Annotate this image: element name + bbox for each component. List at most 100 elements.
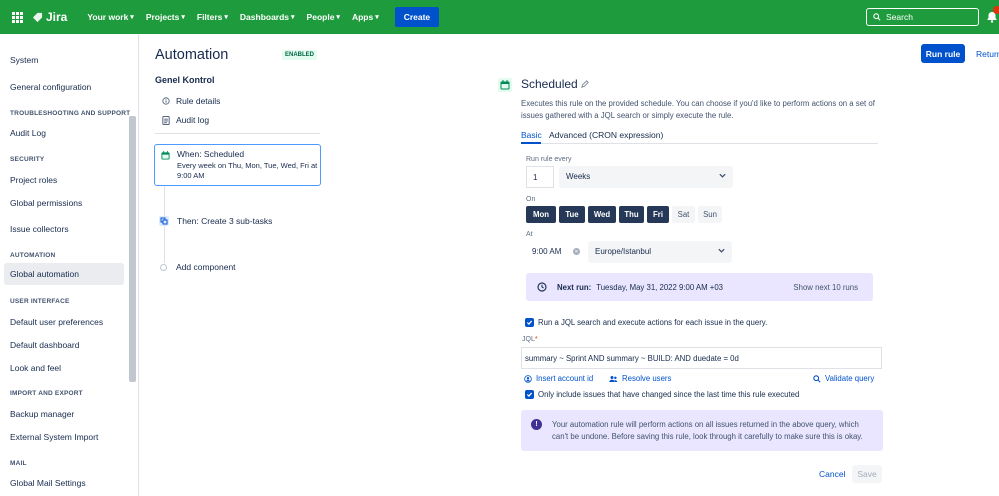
trigger-card-scheduled[interactable]: When: Scheduled Every week on Thu, Mon, … bbox=[154, 144, 321, 186]
add-component-dot bbox=[160, 263, 167, 271]
search-icon bbox=[873, 13, 881, 21]
divider bbox=[155, 133, 320, 134]
rule-details-link[interactable]: Rule details bbox=[162, 96, 220, 106]
only-changed-checkbox[interactable] bbox=[525, 390, 534, 399]
day-thu[interactable]: Thu bbox=[619, 206, 644, 223]
subtask-icon bbox=[159, 216, 169, 226]
nav-menu: Your work ▾ Projects ▾ Filters ▾ Dashboards… bbox=[87, 7, 440, 27]
nav-label: Projects bbox=[145, 12, 180, 22]
next-run-banner: Next run: Tuesday, May 31, 2022 9:00 AM … bbox=[526, 273, 873, 301]
jira-logo-icon bbox=[32, 12, 43, 22]
timezone-select[interactable]: Europe/Istanbul bbox=[588, 241, 732, 263]
nav-label: People bbox=[306, 12, 335, 22]
resolve-users-label: Resolve users bbox=[622, 374, 672, 383]
notification-badge bbox=[993, 6, 999, 14]
resolve-users-link[interactable]: Resolve users bbox=[609, 374, 671, 383]
sidebar-item-default-user-preferences[interactable]: Default user preferences bbox=[10, 317, 103, 327]
sidebar-item-external-system-import[interactable]: External System Import bbox=[10, 432, 98, 442]
sidebar-item-global-mail-settings[interactable]: Global Mail Settings bbox=[10, 478, 86, 488]
return-link[interactable]: Return bbox=[976, 49, 999, 59]
add-component[interactable]: Add component bbox=[160, 262, 236, 272]
jira-logo[interactable]: Jira bbox=[32, 10, 67, 24]
chevron-down-icon: ▾ bbox=[181, 14, 185, 21]
audit-log-label: Audit log bbox=[176, 115, 210, 125]
add-component-label: Add component bbox=[176, 262, 236, 272]
warning-banner: ! Your automation rule will perform acti… bbox=[521, 410, 883, 451]
tab-basic[interactable]: Basic bbox=[521, 130, 542, 140]
day-sat[interactable]: Sat bbox=[672, 206, 695, 223]
chevron-down-icon bbox=[718, 248, 725, 253]
day-fri[interactable]: Fri bbox=[647, 206, 669, 223]
jql-input[interactable]: summary ~ Sprint AND summary ~ BUILD: AN… bbox=[521, 347, 882, 369]
sidebar-item-global-automation[interactable]: Global automation bbox=[4, 263, 124, 285]
insert-account-id-link[interactable]: Insert account id bbox=[524, 374, 593, 383]
nav-filters[interactable]: Filters ▾ bbox=[197, 7, 228, 27]
save-button[interactable]: Save bbox=[852, 465, 882, 483]
chevron-down-icon bbox=[719, 173, 726, 178]
at-label: At bbox=[526, 231, 533, 238]
jql-search-checkbox[interactable] bbox=[525, 318, 534, 327]
edit-icon[interactable] bbox=[581, 80, 589, 88]
nav-your-work[interactable]: Your work ▾ bbox=[87, 7, 133, 27]
sidebar-section-mail: MAIL bbox=[10, 460, 27, 467]
page-title: Automation bbox=[155, 47, 229, 63]
check-icon bbox=[526, 392, 533, 397]
sidebar-section-import-export: IMPORT AND EXPORT bbox=[10, 390, 83, 397]
create-button[interactable]: Create bbox=[394, 7, 440, 27]
chevron-down-icon: ▾ bbox=[375, 14, 379, 21]
timezone-value: Europe/Istanbul bbox=[595, 247, 652, 256]
sidebar-item-backup-manager[interactable]: Backup manager bbox=[10, 409, 74, 419]
config-title: Scheduled bbox=[521, 77, 578, 91]
day-mon[interactable]: Mon bbox=[526, 206, 556, 223]
chevron-down-icon: ▾ bbox=[130, 14, 134, 21]
nav-label: Your work bbox=[87, 12, 129, 22]
nav-apps[interactable]: Apps ▾ bbox=[352, 7, 379, 27]
sidebar-item-default-dashboard[interactable]: Default dashboard bbox=[10, 340, 79, 350]
interval-input[interactable]: 1 bbox=[526, 166, 554, 188]
users-icon bbox=[609, 375, 618, 382]
action-label: Then: Create 3 sub-tasks bbox=[177, 216, 273, 226]
sidebar-item-issue-collectors[interactable]: Issue collectors bbox=[10, 224, 69, 234]
sidebar-section-user-interface: USER INTERFACE bbox=[10, 298, 70, 305]
sidebar-item-look-and-feel[interactable]: Look and feel bbox=[10, 363, 61, 373]
nav-people[interactable]: People ▾ bbox=[307, 7, 340, 27]
audit-log-link[interactable]: Audit log bbox=[162, 115, 209, 125]
app-switcher-icon[interactable] bbox=[12, 11, 23, 23]
show-next-runs-button[interactable]: Show next 10 runs bbox=[793, 283, 858, 292]
clock-icon bbox=[537, 282, 547, 292]
weekday-selector: Mon Tue Wed Thu Fri Sat Sun bbox=[526, 206, 725, 223]
action-create-subtasks[interactable]: Then: Create 3 sub-tasks bbox=[159, 216, 272, 226]
cancel-button[interactable]: Cancel bbox=[819, 469, 845, 479]
jql-label: JQL* bbox=[522, 336, 538, 343]
tab-underline bbox=[521, 142, 541, 144]
tab-advanced[interactable]: Advanced (CRON expression) bbox=[549, 130, 663, 140]
config-description: Executes this rule on the provided sched… bbox=[521, 99, 875, 120]
sidebar-item-project-roles[interactable]: Project roles bbox=[10, 175, 57, 185]
schedule-tabs: Basic Advanced (CRON expression) bbox=[521, 130, 878, 144]
check-icon bbox=[526, 320, 533, 325]
run-rule-button[interactable]: Run rule bbox=[921, 44, 965, 63]
day-sun[interactable]: Sun bbox=[698, 206, 722, 223]
chevron-down-icon: ▾ bbox=[336, 14, 340, 21]
trigger-title: When: Scheduled bbox=[177, 149, 245, 159]
rule-details-label: Rule details bbox=[176, 96, 221, 106]
user-icon bbox=[524, 374, 532, 383]
sidebar-scrollbar[interactable] bbox=[129, 116, 136, 382]
next-run-value: Tuesday, May 31, 2022 9:00 AM +03 bbox=[596, 282, 724, 292]
sidebar-item-audit-log[interactable]: Audit Log bbox=[10, 128, 46, 138]
day-wed[interactable]: Wed bbox=[588, 206, 616, 223]
day-tue[interactable]: Tue bbox=[559, 206, 585, 223]
only-changed-checkbox-label: Only include issues that have changed si… bbox=[538, 390, 800, 399]
sidebar-item-general-configuration[interactable]: General configuration bbox=[10, 82, 91, 92]
sidebar-title: System bbox=[10, 55, 39, 65]
nav-dashboards[interactable]: Dashboards ▾ bbox=[240, 7, 295, 27]
period-value: Weeks bbox=[566, 172, 591, 181]
sidebar-item-global-permissions[interactable]: Global permissions bbox=[10, 198, 82, 208]
clear-icon[interactable]: ✕ bbox=[573, 248, 580, 255]
nav-projects[interactable]: Projects ▾ bbox=[146, 7, 185, 27]
logo-text: Jira bbox=[46, 10, 68, 24]
search-input[interactable]: Search bbox=[866, 8, 979, 26]
validate-query-link[interactable]: Validate query bbox=[813, 374, 874, 383]
search-placeholder: Search bbox=[886, 12, 913, 22]
period-select[interactable]: Weeks bbox=[559, 166, 733, 188]
